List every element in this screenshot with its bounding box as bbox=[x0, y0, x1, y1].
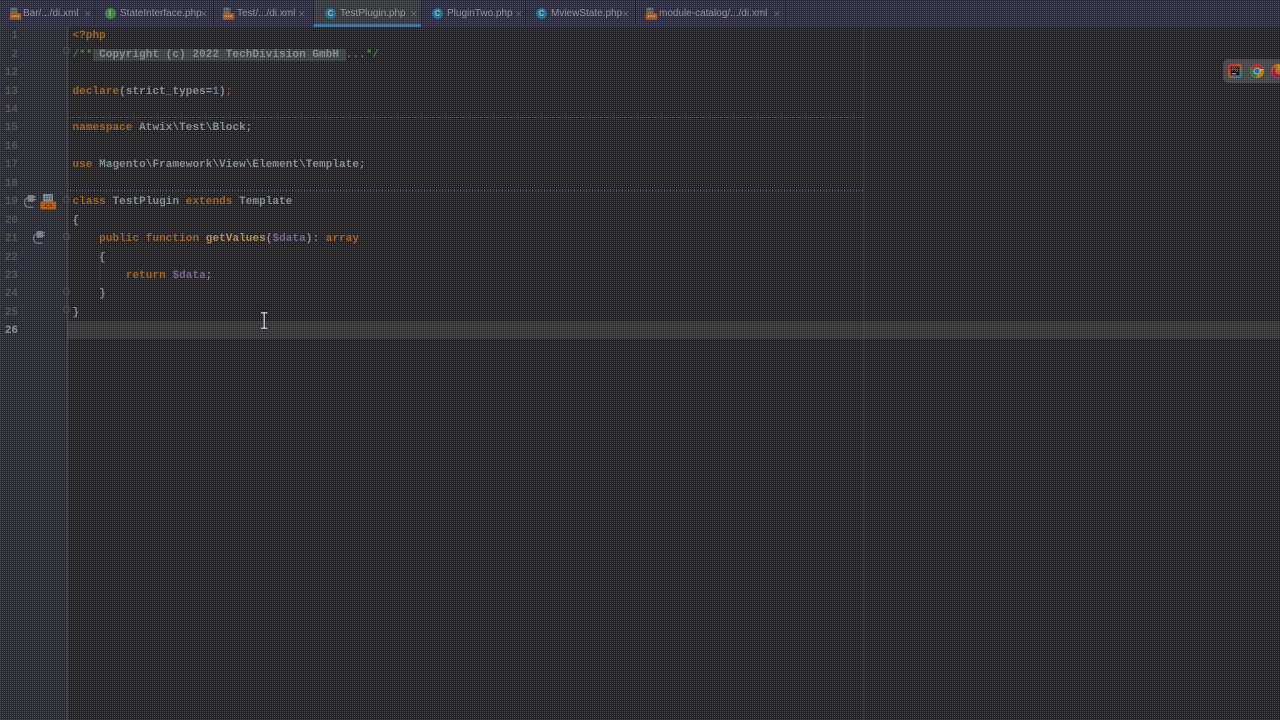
svg-text:PS: PS bbox=[1231, 68, 1238, 74]
svg-text:<>: <> bbox=[44, 203, 52, 210]
